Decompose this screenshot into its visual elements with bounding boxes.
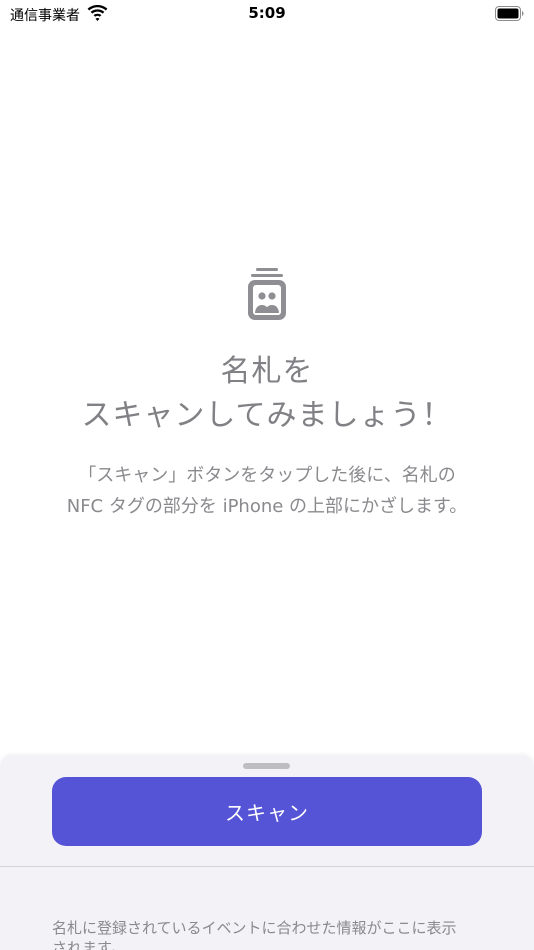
event-info-placeholder: 名札に登録されているイベントに合わせた情報がここに表示 されます。 (52, 918, 492, 950)
status-time: 5:09 (248, 4, 286, 22)
empty-state-description: 「スキャン」ボタンをタップした後に、名札の NFC タグの部分を iPhone … (0, 460, 534, 522)
description-line-1: 「スキャン」ボタンをタップした後に、名札の (78, 465, 456, 486)
scan-button[interactable]: スキャン (52, 777, 482, 846)
battery-icon (495, 6, 524, 21)
info-line-2: されます。 (52, 939, 126, 950)
sheet-grabber-handle[interactable] (243, 763, 290, 769)
title-line-2: スキャンしてみましょう！ (81, 398, 453, 433)
bottom-sheet: スキャン 名札に登録されているイベントに合わせた情報がここに表示 されます。 (0, 755, 534, 950)
sheet-divider (0, 866, 534, 867)
empty-state-title: 名札を スキャンしてみましょう！ (0, 350, 534, 438)
status-bar: 通信事業者 5:09 (0, 0, 534, 30)
empty-state: 名札を スキャンしてみましょう！ 「スキャン」ボタンをタップした後に、名札の N… (0, 264, 534, 522)
business-card-stack-icon (248, 268, 286, 320)
info-line-1: 名札に登録されているイベントに合わせた情報がここに表示 (52, 919, 457, 937)
title-line-1: 名札を (220, 354, 314, 389)
description-line-2: NFC タグの部分を iPhone の上部にかざします。 (66, 496, 468, 517)
